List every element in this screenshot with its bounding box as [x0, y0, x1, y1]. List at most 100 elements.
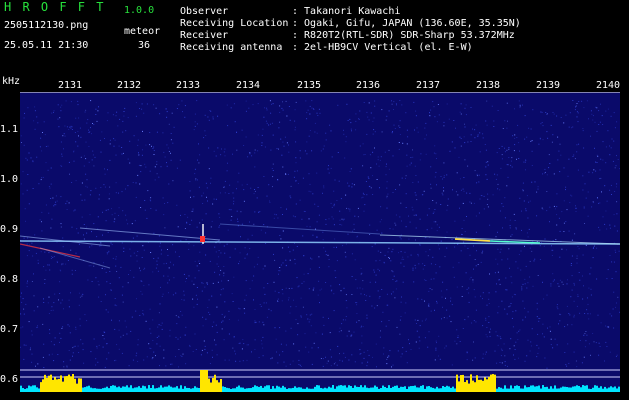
noise-dot — [607, 269, 609, 271]
noise-dot — [510, 276, 512, 278]
noise-dot — [436, 302, 438, 304]
noise-dot — [588, 343, 590, 345]
noise-dot — [285, 330, 287, 332]
noise-dot — [616, 354, 618, 356]
noise-dot — [87, 119, 89, 121]
noise-dot — [367, 176, 369, 178]
info-label-receiver: Receiver — [180, 30, 229, 41]
noise-dot — [123, 111, 125, 112]
noise-dot — [273, 253, 274, 255]
noise-dot — [517, 339, 519, 341]
noise-dot — [541, 111, 543, 113]
noise-dot — [375, 281, 377, 283]
noise-dot — [272, 186, 273, 188]
noise-dot — [297, 334, 299, 336]
noise-dot — [397, 350, 399, 352]
noise-dot — [600, 322, 602, 324]
noise-dot — [98, 344, 100, 346]
noise-dot — [128, 365, 130, 367]
noise-dot — [551, 249, 553, 251]
noise-dot — [43, 302, 45, 303]
x-tick-2134: 2134 — [236, 80, 261, 91]
noise-dot — [550, 344, 552, 346]
spectrum-bar — [616, 388, 618, 392]
noise-dot — [362, 143, 364, 145]
noise-dot — [478, 174, 480, 176]
noise-dot — [73, 210, 75, 212]
noise-dot — [318, 280, 320, 282]
noise-dot — [486, 100, 488, 102]
noise-dot — [457, 243, 459, 245]
noise-dot — [251, 351, 252, 353]
noise-dot — [78, 292, 80, 294]
noise-dot — [506, 127, 508, 129]
noise-dot — [285, 265, 287, 267]
noise-dot — [25, 157, 27, 159]
noise-dot — [74, 132, 76, 133]
noise-dot — [79, 296, 81, 298]
noise-dot — [40, 179, 42, 181]
noise-dot — [55, 195, 57, 197]
spectrum-bar — [614, 386, 616, 392]
spectrum-bar — [296, 387, 298, 392]
noise-dot — [430, 278, 432, 280]
noise-dot — [249, 248, 251, 250]
noise-dot — [306, 141, 308, 143]
noise-dot — [515, 310, 517, 312]
noise-dot — [165, 262, 167, 264]
noise-dot — [513, 150, 515, 152]
noise-dot — [209, 363, 211, 364]
spectrum-bar — [382, 385, 384, 392]
noise-dot — [224, 180, 226, 182]
noise-dot — [283, 361, 285, 363]
noise-dot — [572, 126, 574, 128]
noise-dot — [151, 145, 152, 147]
noise-dot — [261, 134, 263, 136]
noise-dot — [437, 244, 439, 246]
noise-dot — [75, 180, 77, 182]
noise-dot — [114, 328, 116, 330]
noise-dot — [215, 251, 217, 253]
spectrum-bar — [500, 387, 502, 392]
noise-dot — [582, 128, 584, 130]
spectrum-bar — [380, 388, 382, 392]
noise-dot — [436, 184, 437, 186]
noise-dot — [467, 247, 469, 249]
noise-dot — [467, 316, 469, 318]
noise-dot — [419, 340, 421, 342]
noise-dot — [372, 133, 374, 135]
noise-dot — [476, 173, 478, 175]
noise-dot — [294, 126, 296, 128]
noise-dot — [407, 136, 409, 138]
noise-dot — [360, 267, 362, 269]
spectrum-bar — [516, 385, 518, 392]
spectrum-bar — [142, 385, 144, 392]
noise-dot — [438, 226, 440, 228]
spectrum-bar — [448, 386, 450, 392]
noise-dot — [566, 249, 568, 251]
noise-dot — [325, 250, 327, 252]
noise-dot — [142, 310, 144, 312]
noise-dot — [61, 327, 63, 329]
noise-dot — [372, 151, 374, 153]
noise-dot — [287, 246, 289, 248]
noise-dot — [529, 276, 531, 278]
y-tick-1.1: 1.1 — [0, 124, 19, 135]
noise-dot — [549, 330, 551, 332]
noise-dot — [343, 129, 344, 131]
noise-dot — [599, 229, 601, 231]
noise-dot — [445, 297, 446, 299]
noise-dot — [375, 343, 377, 345]
noise-dot — [232, 153, 233, 155]
spectrum-bar — [570, 387, 572, 392]
noise-dot — [170, 152, 171, 154]
noise-dot — [504, 308, 506, 310]
noise-dot — [371, 246, 373, 248]
noise-dot — [334, 270, 336, 272]
noise-dot — [257, 103, 259, 105]
noise-dot — [602, 124, 604, 125]
noise-dot — [361, 362, 363, 364]
noise-dot — [298, 350, 300, 352]
noise-dot — [401, 258, 403, 260]
noise-dot — [573, 154, 575, 156]
